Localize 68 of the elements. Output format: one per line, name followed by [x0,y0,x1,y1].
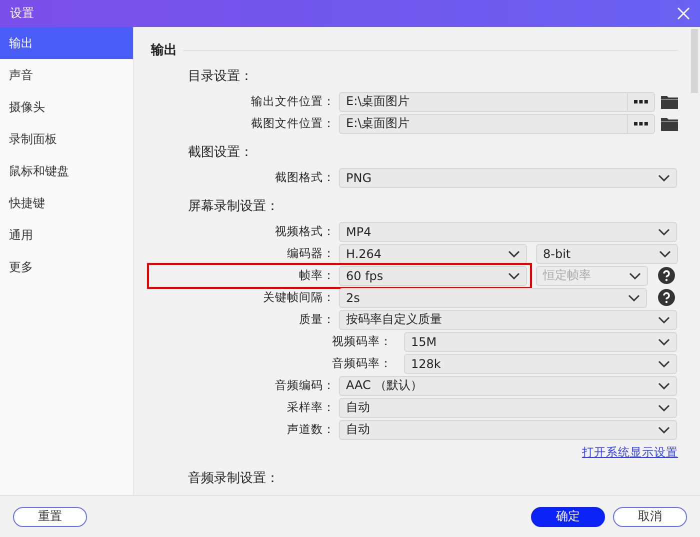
dropdown[interactable]: 128k [404,354,677,374]
dropdown[interactable]: MP4 [339,222,677,242]
group-heading: 音频录制设置： [188,470,280,488]
sidebar-item[interactable]: 快捷键 [0,187,133,219]
folder-icon[interactable] [661,94,678,108]
dropdown[interactable]: 8-bit [536,244,678,264]
group-heading: 截图设置： [188,144,254,162]
sidebar-item[interactable]: 鼠标和键盘 [0,155,133,187]
dropdown[interactable]: H.264 [339,244,527,264]
chevron-down-icon [658,426,670,434]
chevron-down-icon [508,272,520,280]
field-label: 编码器： [286,246,335,261]
field-label: 视频码率： [331,334,392,349]
dropdown[interactable]: 60 fps [339,266,527,286]
field-label: 输出文件位置： [250,94,335,109]
field-label: 关键帧间隔： [262,290,335,305]
section-title: 输出 [151,42,177,59]
path-field[interactable]: E:\桌面图片 [339,92,630,112]
dropdown[interactable]: 2s [339,288,647,308]
chevron-down-icon [628,294,640,302]
ellipsis-icon [634,100,648,104]
field-label: 截图文件位置： [250,116,335,131]
chevron-down-icon [629,272,641,280]
chevron-down-icon [658,360,670,368]
dropdown[interactable]: 按码率自定义质量 [339,310,677,330]
display-settings-link[interactable]: 打开系统显示设置 [582,445,678,460]
dropdown[interactable]: PNG [339,168,677,188]
chevron-down-icon [658,316,670,324]
scrollbar-thumb[interactable] [691,29,698,93]
close-icon[interactable] [677,7,690,20]
chevron-down-icon [658,404,670,412]
field-label: 截图格式： [274,170,335,185]
browse-button[interactable] [627,92,655,112]
folder-icon[interactable] [661,116,678,130]
chevron-down-icon [658,228,670,236]
dropdown[interactable]: 15M [404,332,677,352]
field-label: 采样率： [286,400,335,415]
sidebar-item[interactable]: 摄像头 [0,91,133,123]
window-title: 设置 [10,5,34,22]
sidebar-item[interactable]: 更多 [0,251,133,283]
browse-button[interactable] [627,114,655,134]
chevron-down-icon [508,250,520,258]
group-heading: 目录设置： [188,68,254,86]
sidebar-item[interactable]: 通用 [0,219,133,251]
chevron-down-icon [658,174,670,182]
group-heading: 屏幕录制设置： [188,198,280,216]
sidebar-item[interactable]: 录制面板 [0,123,133,155]
dropdown[interactable]: 自动 [339,420,677,440]
footer-button[interactable]: 重置 [13,506,87,526]
sidebar-item[interactable]: 输出 [0,27,133,59]
field-label: 音频码率： [331,356,392,371]
ellipsis-icon [634,122,648,126]
sidebar-item[interactable]: 声音 [0,59,133,91]
field-label: 质量： [298,312,335,327]
footer-button[interactable]: 确定 [531,506,605,526]
chevron-down-icon [658,382,670,390]
field-label: 声道数： [286,422,335,437]
help-icon[interactable] [658,289,675,306]
dropdown[interactable]: AAC （默认） [339,376,677,396]
field-label: 音频编码： [274,378,335,393]
chevron-down-icon [658,338,670,346]
path-field[interactable]: E:\桌面图片 [339,114,630,134]
help-icon[interactable] [658,267,675,284]
chevron-down-icon [659,250,671,258]
field-label: 视频格式： [274,224,335,239]
field-label: 帧率： [298,268,335,283]
footer-button[interactable]: 取消 [613,506,687,526]
dropdown[interactable]: 自动 [339,398,677,418]
